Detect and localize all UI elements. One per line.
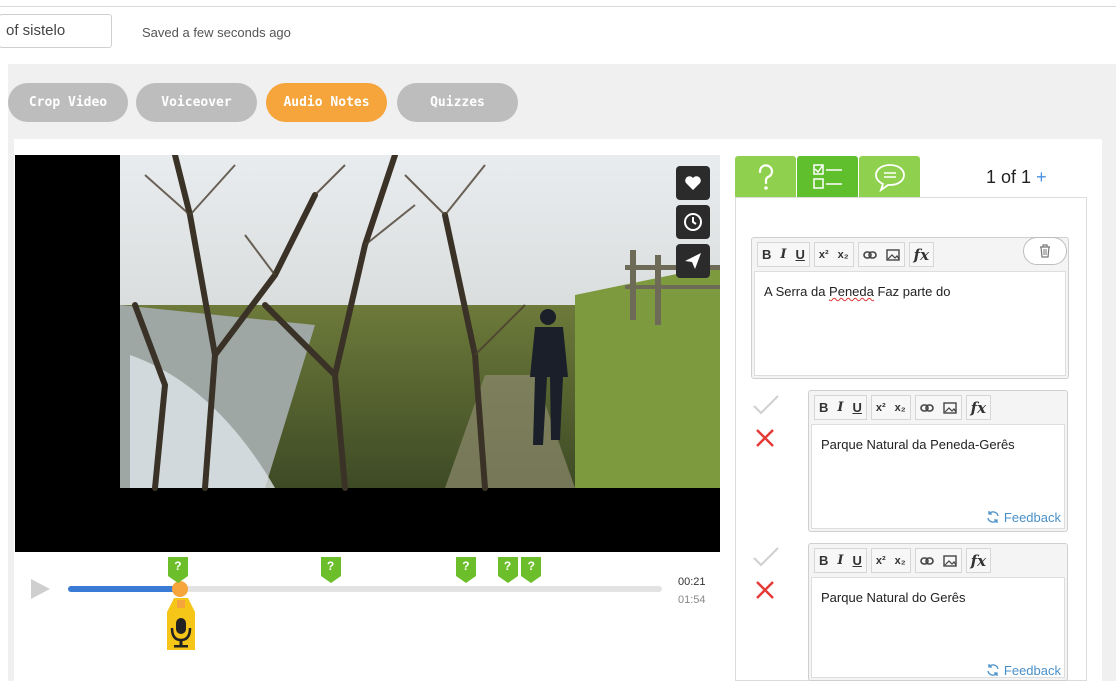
subscript-button[interactable]: x₂: [838, 249, 849, 261]
bold-button[interactable]: B: [762, 247, 771, 262]
image-icon[interactable]: [942, 554, 957, 567]
question-marker-label: ?: [326, 559, 335, 573]
feedback-link[interactable]: Feedback: [986, 510, 1061, 525]
question-tab[interactable]: [735, 156, 796, 198]
question-counter: 1 of 1 +: [986, 167, 1047, 188]
superscript-button[interactable]: x²: [819, 249, 829, 261]
progress-fill: [68, 586, 186, 592]
total-time: 01:54: [678, 594, 706, 606]
question-icon: [758, 164, 773, 190]
question-marker-label: ?: [527, 559, 535, 573]
italic-button[interactable]: I: [780, 247, 786, 262]
question-marker-label: ?: [462, 559, 470, 573]
question-marker[interactable]: ?: [455, 557, 476, 583]
link-icon[interactable]: [862, 250, 877, 260]
mark-correct-icon[interactable]: [752, 546, 780, 568]
image-icon[interactable]: [942, 401, 957, 414]
formula-button[interactable]: fx: [971, 399, 986, 417]
title-input[interactable]: of sistelo: [0, 14, 112, 48]
add-question-button[interactable]: +: [1036, 167, 1047, 187]
answer-editor: B I U x² x₂ fx Parque Natural da Peneda-…: [808, 390, 1068, 532]
trash-icon: [1040, 244, 1050, 258]
formula-button[interactable]: fx: [971, 552, 986, 570]
link-icon[interactable]: [919, 556, 934, 566]
image-icon[interactable]: [885, 248, 900, 261]
link-icon[interactable]: [919, 403, 934, 413]
question-text-part: A Serra da: [764, 284, 830, 299]
question-marker[interactable]: ?: [521, 557, 542, 583]
mark-correct-icon[interactable]: [752, 394, 780, 416]
misspelled-word: Peneda: [829, 284, 874, 299]
play-button[interactable]: [29, 578, 51, 605]
superscript-button[interactable]: x²: [876, 402, 886, 414]
feedback-label: Feedback: [1003, 510, 1061, 525]
underline-button[interactable]: U: [852, 400, 861, 415]
subscript-button[interactable]: x₂: [895, 402, 906, 414]
multiple-choice-tab[interactable]: [797, 156, 858, 198]
feedback-link[interactable]: Feedback: [986, 663, 1061, 678]
bold-button[interactable]: B: [819, 400, 828, 415]
superscript-button[interactable]: x²: [876, 555, 886, 567]
top-divider: [0, 6, 1116, 7]
subscript-button[interactable]: x₂: [895, 555, 906, 567]
formula-button[interactable]: fx: [914, 246, 929, 264]
bold-button[interactable]: B: [819, 553, 828, 568]
question-counter-label: 1 of 1: [986, 167, 1032, 187]
refresh-icon: [987, 511, 999, 523]
video-frame: [15, 155, 720, 491]
clock-icon[interactable]: [676, 205, 710, 239]
question-marker[interactable]: ?: [497, 557, 518, 583]
question-text-part: Faz parte do: [873, 284, 951, 299]
tab-audio-notes[interactable]: Audio Notes: [266, 83, 387, 122]
mark-wrong-icon[interactable]: [755, 428, 775, 448]
italic-button[interactable]: I: [837, 400, 843, 415]
feedback-label: Feedback: [1003, 663, 1061, 678]
checklist-icon: [812, 164, 842, 189]
playhead-knob[interactable]: [172, 581, 188, 597]
question-marker-label: ?: [174, 559, 182, 573]
question-text[interactable]: A Serra da Peneda Faz parte do: [754, 271, 1066, 376]
question-marker[interactable]: ?: [320, 557, 341, 583]
editor-toolbar: B I U x² x₂ fx: [752, 238, 1068, 271]
tab-quizzes[interactable]: Quizzes: [397, 83, 518, 122]
current-time: 00:21: [678, 576, 706, 588]
mark-wrong-icon[interactable]: [755, 580, 775, 600]
heart-icon[interactable]: [676, 166, 710, 200]
editor-toolbar: B I U x² x₂ fx: [809, 391, 1067, 424]
tab-crop-video[interactable]: Crop Video: [8, 83, 128, 122]
video-player[interactable]: [15, 155, 720, 552]
comment-icon: [874, 164, 905, 192]
italic-button[interactable]: I: [837, 553, 843, 568]
underline-button[interactable]: U: [852, 553, 861, 568]
editor-toolbar: B I U x² x₂ fx: [809, 544, 1067, 577]
delete-question-button[interactable]: [1023, 237, 1067, 265]
answer-editor: B I U x² x₂ fx Parque Natural do Gerês F…: [808, 543, 1068, 681]
tab-voiceover[interactable]: Voiceover: [136, 83, 257, 122]
comment-tab[interactable]: [859, 156, 920, 198]
save-status: Saved a few seconds ago: [142, 25, 291, 40]
refresh-icon: [987, 664, 999, 676]
audio-note-marker[interactable]: [162, 598, 200, 655]
send-icon[interactable]: [676, 244, 710, 278]
question-editor: B I U x² x₂ fx A Serra da Peneda Faz par…: [751, 237, 1069, 379]
question-marker[interactable]: ?: [167, 557, 188, 583]
underline-button[interactable]: U: [795, 247, 804, 262]
question-marker-label: ?: [503, 559, 512, 573]
